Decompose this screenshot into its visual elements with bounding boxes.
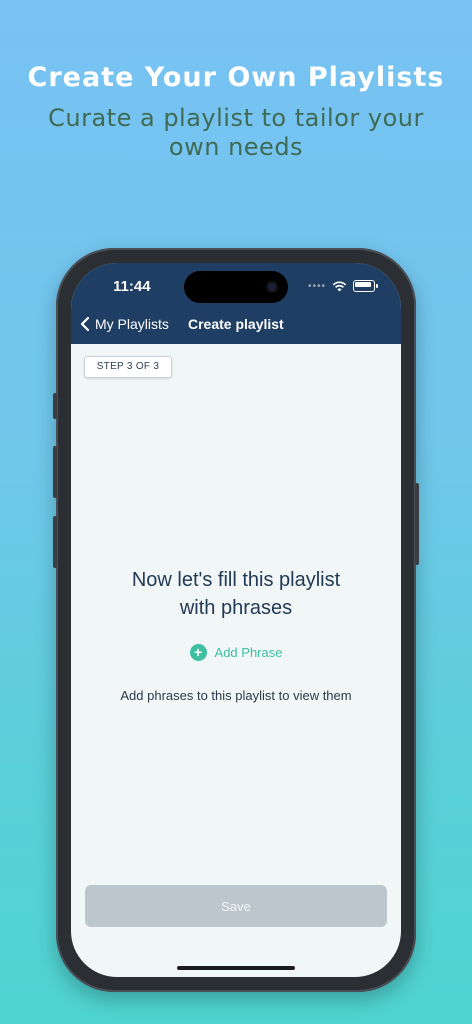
phone-frame: 11:44 •••• My Playlists Create playlist … (53, 248, 419, 992)
save-button[interactable]: Save (85, 885, 387, 927)
empty-state-title-line1: Now let's fill this playlist (131, 569, 341, 591)
empty-state-title: Now let's fill this playlist with phrase… (71, 566, 401, 622)
marketing-subhead: Curate a playlist to tailor your own nee… (48, 104, 424, 161)
empty-state-title-line2: with phrases (179, 597, 293, 619)
battery-icon (353, 280, 378, 292)
marketing-headline: Create Your Own Playlists (27, 62, 445, 93)
app-screen: 11:44 •••• My Playlists Create playlist … (71, 263, 401, 977)
home-indicator[interactable] (177, 966, 295, 970)
status-icons: •••• (307, 280, 378, 292)
page-title: Create playlist (188, 316, 284, 332)
add-phrase-label: Add Phrase (214, 645, 283, 660)
step-badge: STEP 3 OF 3 (84, 356, 172, 378)
dynamic-island (184, 271, 288, 303)
phone-volume-down-button (53, 516, 57, 568)
navigation-bar: 11:44 •••• My Playlists Create playlist (71, 263, 401, 344)
status-time: 11:44 (113, 278, 151, 295)
phone-power-button (415, 483, 419, 565)
phone-volume-up-button (53, 446, 57, 498)
chevron-left-icon (80, 316, 90, 332)
add-phrase-button[interactable]: + Add Phrase (71, 644, 401, 661)
empty-state-hint: Add phrases to this playlist to view the… (120, 688, 352, 703)
wifi-icon (332, 281, 347, 291)
cellular-dots-icon: •••• (307, 280, 326, 292)
plus-circle-icon: + (189, 644, 207, 661)
back-button[interactable]: My Playlists (79, 316, 169, 332)
phone-mute-button (53, 393, 57, 419)
camera-icon (268, 283, 276, 291)
back-button-label: My Playlists (95, 316, 169, 332)
